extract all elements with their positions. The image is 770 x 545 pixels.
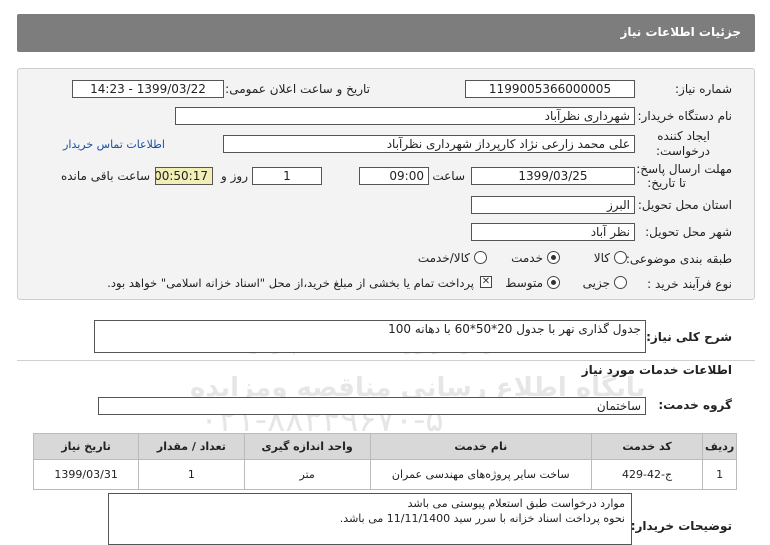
remaining-time-field: 00:50:17 [155, 167, 213, 185]
col-qty: تعداد / مقدار [138, 433, 245, 460]
creator-label-1: ایجاد کننده [657, 129, 710, 143]
cell-name: ساخت سایر پروژه‌های مهندسی عمران [369, 459, 592, 490]
buyer-field: شهرداری نظرآباد [175, 107, 635, 125]
category-goods-service-radio[interactable] [474, 251, 487, 264]
buyer-notes-line-1: موارد درخواست طبق استعلام پیوستی می باشد [407, 497, 625, 510]
deadline-time-label: ساعت [432, 169, 465, 183]
city-field: نظر آباد [471, 223, 635, 241]
services-title: اطلاعات خدمات مورد نیاز [581, 363, 732, 377]
remaining-time-label: ساعت باقی مانده [60, 169, 150, 183]
cell-row: 1 [702, 459, 737, 490]
col-code: کد خدمت [590, 433, 704, 460]
process-minor-label: جزیی [582, 276, 610, 290]
category-service-radio[interactable] [547, 251, 560, 264]
buyer-contact-link[interactable]: اطلاعات تماس خریدار [63, 138, 165, 151]
divider [17, 360, 755, 361]
buyer-label: نام دستگاه خریدار: [637, 109, 733, 123]
payment-checkbox[interactable]: ✕ [480, 276, 492, 288]
category-goods-radio[interactable] [614, 251, 627, 264]
cell-unit: متر [243, 459, 371, 490]
cell-date: 1399/03/31 [32, 459, 140, 490]
service-group-label: گروه خدمت: [658, 398, 732, 412]
province-label: استان محل تحویل: [637, 198, 732, 212]
announce-field: 1399/03/22 - 14:23 [72, 80, 224, 98]
buyer-notes-line-2: نحوه پرداخت اسناد خزانه با سرر سید 11/11… [339, 512, 625, 525]
summary-field: جدول گذاری نهر با جدول 20*50*60 با دهانه… [94, 320, 646, 353]
services-table: ردیف کد خدمت نام خدمت واحد اندازه گیری ت… [32, 433, 737, 490]
page-header: جزئیات اطلاعات نیاز [17, 14, 755, 52]
process-label: نوع فرآیند خرید : [647, 277, 732, 291]
payment-note: پرداخت تمام یا بخشی از مبلغ خرید،از محل … [107, 276, 474, 290]
cell-code: ج-42-429 [590, 459, 704, 490]
creator-label-2: درخواست: [656, 144, 710, 158]
service-group-field: ساختمان [98, 397, 646, 415]
city-label: شهر محل تحویل: [645, 225, 732, 239]
category-label: طبقه بندی موضوعی: [625, 252, 732, 266]
need-number-field: 1199005366000005 [465, 80, 635, 98]
need-number-label: شماره نیاز: [675, 82, 732, 96]
category-goods-label: کالا [593, 251, 610, 265]
deadline-days-label: روز و [221, 169, 248, 183]
province-field: البرز [471, 196, 635, 214]
process-minor-radio[interactable] [614, 276, 627, 289]
col-name: نام خدمت [369, 433, 592, 460]
table-row: 1 ج-42-429 ساخت سایر پروژه‌های مهندسی عم… [32, 459, 737, 490]
deadline-label-2: تا تاریخ: [647, 176, 686, 190]
announce-label: تاریخ و ساعت اعلان عمومی: [225, 82, 370, 96]
deadline-days-field: 1 [252, 167, 322, 185]
cell-qty: 1 [138, 459, 245, 490]
deadline-label-1: مهلت ارسال پاسخ: [636, 162, 732, 176]
summary-label: شرح کلی نیاز: [646, 330, 732, 344]
category-service-label: خدمت [511, 251, 543, 265]
deadline-time-field: 09:00 [359, 167, 429, 185]
col-unit: واحد اندازه گیری [243, 433, 371, 460]
buyer-notes-label: توضیحات خریدار: [630, 519, 732, 533]
category-goods-service-label: کالا/خدمت [417, 251, 470, 265]
page-title: جزئیات اطلاعات نیاز [620, 25, 741, 39]
buyer-notes-box: موارد درخواست طبق استعلام پیوستی می باشد… [108, 493, 632, 545]
col-date: تاریخ نیاز [32, 433, 140, 460]
col-row: ردیف [702, 433, 737, 460]
process-medium-label: متوسط [505, 276, 543, 290]
process-medium-radio[interactable] [547, 276, 560, 289]
creator-field: علی محمد زارعی نژاد کارپرداز شهرداری نظر… [223, 135, 635, 153]
deadline-date-field: 1399/03/25 [471, 167, 635, 185]
table-header-row: ردیف کد خدمت نام خدمت واحد اندازه گیری ت… [32, 433, 737, 460]
